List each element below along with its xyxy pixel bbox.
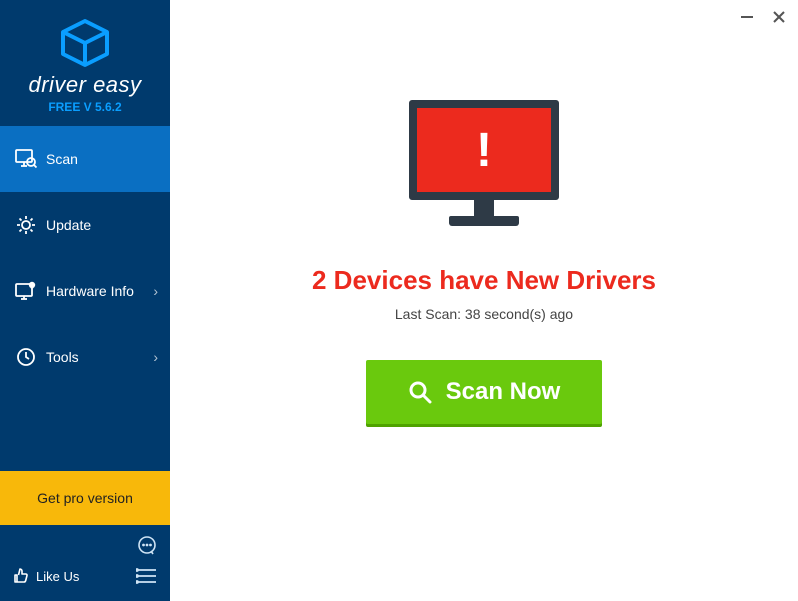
sidebar-item-label: Scan [46,151,78,167]
menu-icon[interactable] [136,567,158,585]
window-controls [740,10,786,24]
sidebar-item-label: Update [46,217,91,233]
exclamation-icon: ! [476,123,492,178]
alert-monitor-graphic: ! [409,100,559,235]
gear-icon [12,214,40,236]
sidebar-item-label: Hardware Info [46,283,134,299]
like-us-label: Like Us [36,569,79,584]
main-panel: ! 2 Devices have New Drivers Last Scan: … [170,0,798,601]
sidebar-item-label: Tools [46,349,79,365]
hardware-info-icon: i [12,281,40,301]
sidebar-nav: Scan Update i Hardware Info › Tools [0,126,170,471]
main-content: ! 2 Devices have New Drivers Last Scan: … [170,0,798,424]
chevron-right-icon: › [153,283,158,299]
sidebar-item-scan[interactable]: Scan [0,126,170,192]
get-pro-label: Get pro version [37,490,133,506]
last-scan-text: Last Scan: 38 second(s) ago [395,306,573,322]
sidebar-bottom: Like Us [0,525,170,601]
close-button[interactable] [772,10,786,24]
like-us-button[interactable]: Like Us [12,567,79,585]
feedback-icon[interactable] [136,535,158,557]
minimize-button[interactable] [740,10,754,24]
thumbs-up-icon [12,567,30,585]
scan-now-button[interactable]: Scan Now [366,360,603,424]
brand-name: driver easy [10,72,160,98]
brand-version: FREE V 5.6.2 [10,100,160,114]
sidebar: driver easy FREE V 5.6.2 Scan Update i [0,0,170,601]
logo-area: driver easy FREE V 5.6.2 [0,0,170,126]
scan-now-label: Scan Now [446,378,561,406]
get-pro-button[interactable]: Get pro version [0,471,170,525]
sidebar-item-update[interactable]: Update [0,192,170,258]
scan-result-headline: 2 Devices have New Drivers [312,265,656,296]
sidebar-item-tools[interactable]: Tools › [0,324,170,390]
sidebar-item-hardware-info[interactable]: i Hardware Info › [0,258,170,324]
cube-logo-icon [57,18,113,68]
tools-icon [12,346,40,368]
chevron-right-icon: › [153,349,158,365]
app-window: driver easy FREE V 5.6.2 Scan Update i [0,0,798,601]
search-icon [408,380,432,404]
monitor-search-icon [12,149,40,169]
